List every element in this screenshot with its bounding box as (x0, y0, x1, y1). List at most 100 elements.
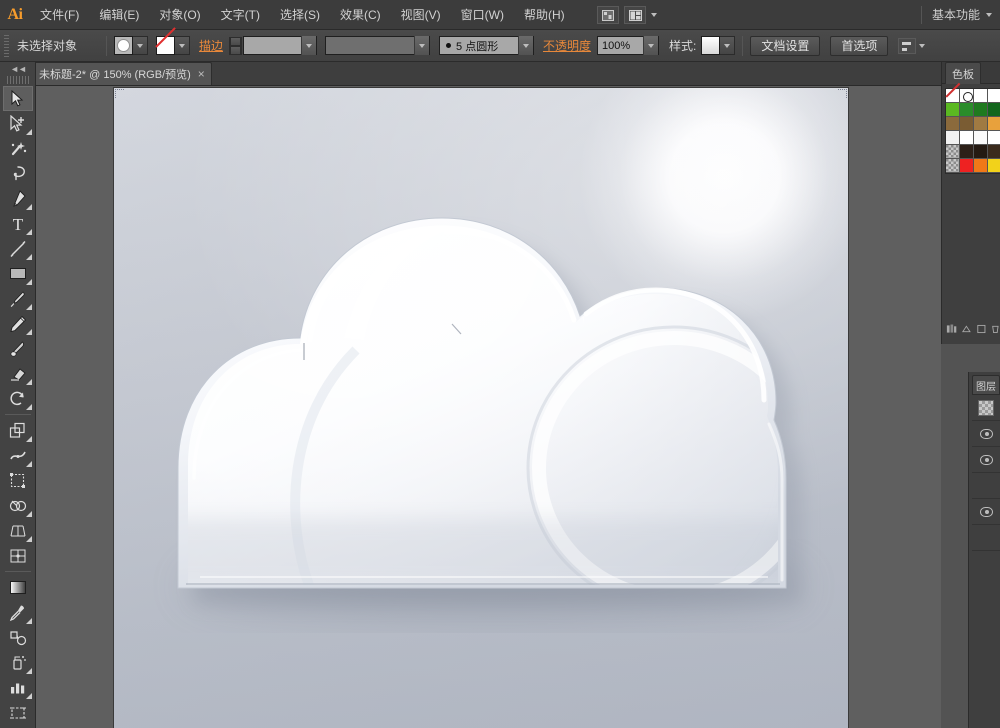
workspace-chevron-down-icon[interactable] (986, 12, 992, 17)
tool-flyout-indicator[interactable] (25, 279, 32, 285)
eraser-tool[interactable] (3, 361, 33, 386)
magic-wand-tool[interactable] (3, 136, 33, 161)
control-bar-grip[interactable] (4, 34, 9, 57)
tool-flyout-indicator[interactable] (25, 229, 32, 235)
toolbox-collapse-button[interactable]: ◄◄ (0, 62, 36, 76)
arrange-documents-group[interactable] (606, 0, 657, 30)
swatch-orange-1[interactable] (988, 117, 1000, 131)
menu-help[interactable]: 帮助(H) (514, 0, 575, 30)
swatch-grid[interactable] (945, 88, 1000, 174)
tool-flyout-indicator[interactable] (25, 668, 32, 674)
direct-selection-tool[interactable] (3, 111, 33, 136)
workspace-label[interactable]: 基本功能 (926, 6, 986, 23)
swatch-yellow[interactable] (988, 159, 1000, 173)
swatch-dark-2[interactable] (974, 145, 988, 159)
delete-swatch-icon[interactable] (990, 323, 1000, 335)
stroke-color-control[interactable] (156, 36, 190, 55)
toolbox-grip[interactable] (6, 76, 29, 84)
column-graph-tool[interactable] (3, 675, 33, 700)
stroke-swatch-none-icon[interactable] (156, 36, 175, 55)
swatch-brown-1[interactable] (946, 117, 960, 131)
lasso-tool[interactable] (3, 161, 33, 186)
tool-flyout-indicator[interactable] (25, 329, 32, 335)
type-tool[interactable]: T (3, 211, 33, 236)
swatch-white[interactable] (974, 89, 988, 103)
layer-row[interactable] (972, 421, 1000, 447)
brush-chevron-down-icon[interactable] (518, 36, 534, 55)
swatch-red[interactable] (960, 159, 974, 173)
show-swatch-kinds-icon[interactable] (961, 323, 972, 335)
eye-icon[interactable] (979, 428, 993, 439)
menu-effect[interactable]: 效果(C) (330, 0, 391, 30)
tab-swatches[interactable]: 色板 (945, 61, 981, 84)
swatch-dark-1[interactable] (960, 145, 974, 159)
layer-row[interactable] (972, 499, 1000, 525)
double-arrow-left-icon[interactable]: ◄◄ (10, 64, 27, 74)
fill-dropdown-chevron-icon[interactable] (133, 36, 148, 55)
eye-icon[interactable] (979, 454, 993, 465)
swatch-orange-2[interactable] (974, 159, 988, 173)
align-dropdown[interactable] (898, 37, 926, 54)
document-setup-button[interactable]: 文档设置 (750, 35, 821, 56)
tool-flyout-indicator[interactable] (25, 511, 32, 517)
tool-flyout-indicator[interactable] (25, 254, 32, 260)
fill-color-control[interactable] (114, 36, 148, 55)
preferences-button[interactable]: 首选项 (830, 35, 889, 56)
graphic-style-chevron-down-icon[interactable] (720, 36, 736, 55)
opacity-panel-link[interactable]: 不透明度 (543, 37, 591, 54)
workspace-switcher[interactable]: 基本功能 (917, 0, 1000, 30)
swatch-pattern-2[interactable] (946, 159, 960, 173)
blob-brush-tool[interactable] (3, 336, 33, 361)
width-warp-tool[interactable] (3, 443, 33, 468)
new-swatch-icon[interactable] (976, 323, 987, 335)
pen-tool[interactable] (3, 186, 33, 211)
rectangle-tool[interactable] (3, 261, 33, 286)
paintbrush-tool[interactable] (3, 286, 33, 311)
perspective-grid-tool[interactable] (3, 518, 33, 543)
tool-flyout-indicator[interactable] (25, 436, 32, 442)
stroke-weight-chevron-down-icon[interactable] (301, 36, 317, 55)
swatch-libraries-icon[interactable] (946, 323, 957, 335)
menu-window[interactable]: 窗口(W) (451, 0, 514, 30)
tool-flyout-indicator[interactable] (25, 618, 32, 624)
tool-flyout-indicator[interactable] (25, 461, 32, 467)
scale-tool[interactable] (3, 418, 33, 443)
gradient-tool[interactable] (3, 575, 33, 600)
graphic-style-swatch[interactable] (701, 36, 721, 55)
mesh-tool[interactable] (3, 543, 33, 568)
swatch-dark-3[interactable] (988, 145, 1000, 159)
swatch-pattern-1[interactable] (946, 145, 960, 159)
symbol-sprayer-tool[interactable] (3, 650, 33, 675)
glossy-3d-cloud-illustration[interactable] (114, 88, 848, 728)
swatch-brown-2[interactable] (960, 117, 974, 131)
swatch-green-2[interactable] (960, 103, 974, 117)
stroke-dropdown-chevron-icon[interactable] (175, 36, 190, 55)
shape-builder-tool[interactable] (3, 493, 33, 518)
arrange-documents-chevron-icon[interactable] (651, 13, 657, 17)
swatch-green-3[interactable] (974, 103, 988, 117)
canvas-area[interactable] (36, 86, 941, 728)
layer-row[interactable] (972, 447, 1000, 473)
menu-file[interactable]: 文件(F) (30, 0, 89, 30)
swatch-brown-3[interactable] (974, 117, 988, 131)
tool-flyout-indicator[interactable] (25, 204, 32, 210)
line-segment-tool[interactable] (3, 236, 33, 261)
tool-flyout-indicator[interactable] (25, 536, 32, 542)
menu-edit[interactable]: 编辑(E) (89, 0, 149, 30)
stroke-weight-stepper[interactable] (229, 36, 243, 55)
swatch-registration[interactable] (960, 89, 974, 103)
align-chevron-down-icon[interactable] (919, 43, 926, 48)
artboard[interactable] (114, 88, 848, 728)
tool-flyout-indicator[interactable] (25, 693, 32, 699)
stroke-weight-input[interactable] (243, 36, 318, 55)
selection-tool[interactable] (2, 86, 33, 111)
brush-definition-dropdown[interactable]: 5 点圆形 (439, 36, 535, 55)
layer-row[interactable] (972, 525, 1000, 551)
menu-view[interactable]: 视图(V) (391, 0, 451, 30)
swatch-none[interactable] (946, 89, 960, 103)
stroke-panel-link[interactable]: 描边 (199, 37, 223, 54)
stroke-profile-chevron-down-icon[interactable] (414, 36, 430, 55)
eye-icon[interactable] (979, 506, 993, 517)
menu-select[interactable]: 选择(S) (270, 0, 330, 30)
opacity-input[interactable]: 100% (597, 36, 660, 55)
